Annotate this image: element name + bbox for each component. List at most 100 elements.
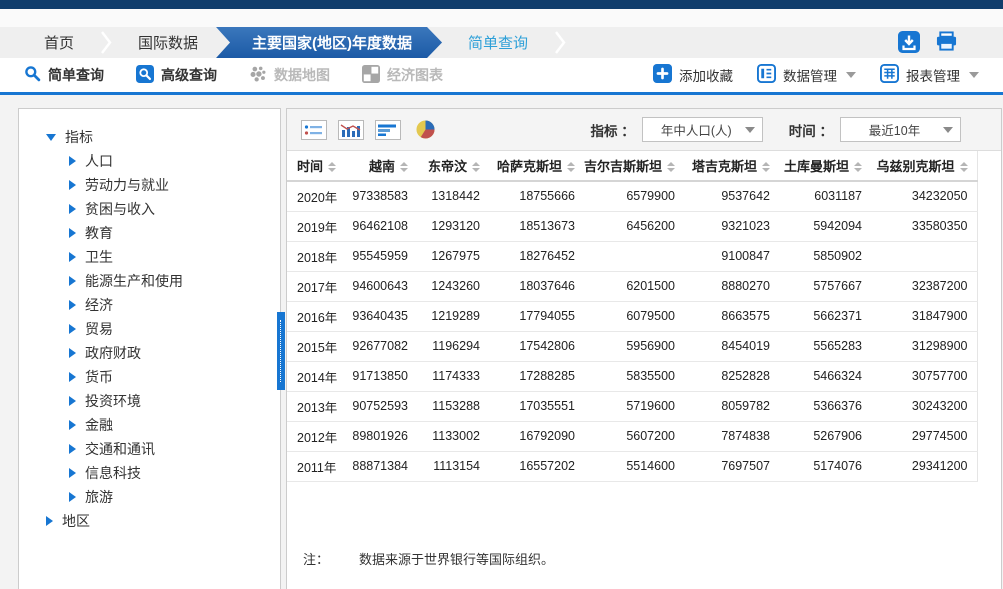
tree-item-15[interactable]: 旅游 (19, 485, 280, 509)
value-cell: 88871384 (349, 451, 417, 481)
value-cell: 6456200 (584, 211, 684, 241)
value-cell: 31298900 (871, 331, 977, 361)
pie-chart-view-icon[interactable] (412, 120, 438, 140)
bar-chart-view-icon[interactable] (375, 120, 401, 140)
source-note: 注：数据来源于世界银行等国际组织。 (303, 549, 554, 568)
value-cell: 8059782 (684, 391, 779, 421)
value-cell: 18755666 (489, 181, 584, 211)
tree-item-label: 贫困与收入 (85, 199, 155, 219)
tree-item-label: 旅游 (85, 487, 113, 507)
sort-icon[interactable] (667, 162, 675, 172)
sort-icon[interactable] (400, 162, 408, 172)
tree-item-label: 信息科技 (85, 463, 141, 483)
column-header-8[interactable]: 乌兹别克斯坦 (871, 151, 977, 181)
breadcrumb-separator-icon (100, 27, 112, 58)
panel-splitter-handle[interactable] (277, 312, 285, 390)
tree-item-2[interactable]: 劳动力与就业 (19, 173, 280, 197)
tree-item-3[interactable]: 贫困与收入 (19, 197, 280, 221)
indicator-select[interactable]: 年中人口(人) (642, 117, 763, 142)
column-chart-view-icon[interactable] (338, 120, 364, 140)
value-cell: 93640435 (349, 301, 417, 331)
time-select-value: 最近10年 (848, 120, 941, 139)
column-header-label: 塔吉克斯坦 (692, 159, 757, 174)
tree-root-regions[interactable]: 地区 (19, 509, 280, 533)
year-cell: 2018年 (287, 241, 349, 271)
column-header-5[interactable]: 吉尔吉斯斯坦 (584, 151, 684, 181)
table-view-icon[interactable] (301, 120, 327, 140)
tree-item-7[interactable]: 经济 (19, 293, 280, 317)
column-header-1[interactable]: 时间 (287, 151, 349, 181)
value-cell: 1174333 (417, 361, 489, 391)
column-header-2[interactable]: 越南 (349, 151, 417, 181)
window-top-bar (0, 0, 1003, 9)
value-cell: 17542806 (489, 331, 584, 361)
toolbar-item-add-favorite[interactable]: 添加收藏 (653, 64, 733, 86)
printer-icon[interactable] (935, 31, 958, 53)
note-label: 注： (303, 552, 329, 567)
tree-item-11[interactable]: 投资环境 (19, 389, 280, 413)
tree-item-8[interactable]: 贸易 (19, 317, 280, 341)
value-cell: 1267975 (417, 241, 489, 271)
value-cell: 9100847 (684, 241, 779, 271)
chevron-right-icon (69, 468, 76, 478)
tree-item-12[interactable]: 金融 (19, 413, 280, 437)
time-select[interactable]: 最近10年 (840, 117, 961, 142)
value-cell: 5565283 (779, 331, 871, 361)
value-cell (584, 241, 684, 271)
toolbar-item-data-map: 数据地图 (249, 65, 330, 86)
toolbar-right: 添加收藏 数据管理 报表管理 (629, 64, 979, 86)
tree-item-13[interactable]: 交通和通讯 (19, 437, 280, 461)
tree-item-14[interactable]: 信息科技 (19, 461, 280, 485)
column-header-4[interactable]: 哈萨克斯坦 (489, 151, 584, 181)
breadcrumb-tab-4[interactable]: 简单查询 (442, 27, 554, 58)
year-cell: 2017年 (287, 271, 349, 301)
value-cell: 94600643 (349, 271, 417, 301)
chevron-right-icon (69, 156, 76, 166)
breadcrumb-tab-1[interactable]: 首页 (18, 27, 100, 58)
tree-item-6[interactable]: 能源生产和使用 (19, 269, 280, 293)
chevron-down-icon (46, 134, 56, 141)
toolbar-item-search[interactable]: 简单查询 (24, 65, 104, 85)
toolbar-item-report-manage[interactable]: 报表管理 (880, 64, 979, 86)
sort-icon[interactable] (854, 162, 862, 172)
sort-icon[interactable] (960, 162, 968, 172)
tree-item-1[interactable]: 人口 (19, 149, 280, 173)
table-row: 2018年95545959126797518276452910084758509… (287, 241, 977, 271)
toolbar-item-adv-search[interactable]: 高级查询 (136, 65, 217, 86)
chevron-right-icon (69, 492, 76, 502)
toolbar-item-data-manage[interactable]: 数据管理 (757, 64, 856, 86)
column-header-3[interactable]: 东帝汶 (417, 151, 489, 181)
data-table: 时间越南东帝汶 哈萨克斯坦吉尔吉斯斯坦塔吉克斯坦 土库曼斯坦乌兹别克斯坦 2020年… (287, 151, 978, 482)
breadcrumb-tab-3[interactable]: 主要国家(地区)年度数据 (216, 27, 442, 58)
year-cell: 2019年 (287, 211, 349, 241)
sort-icon[interactable] (472, 162, 480, 172)
chevron-right-icon (69, 204, 76, 214)
value-cell: 1219289 (417, 301, 489, 331)
tree-item-4[interactable]: 教育 (19, 221, 280, 245)
value-cell: 1153288 (417, 391, 489, 421)
table-row: 2011年88871384111315416557202551460076975… (287, 451, 977, 481)
value-cell: 5514600 (584, 451, 684, 481)
tree-item-label: 卫生 (85, 247, 113, 267)
sort-icon[interactable] (328, 162, 336, 172)
column-header-6[interactable]: 塔吉克斯坦 (684, 151, 779, 181)
chevron-right-icon (69, 252, 76, 262)
sort-icon[interactable] (762, 162, 770, 172)
tree-root-indicators[interactable]: 指标 (19, 125, 280, 149)
table-body: 2020年97338583131844218755666657990095376… (287, 181, 977, 481)
sort-icon[interactable] (567, 162, 575, 172)
indicator-sidebar: 指标 人口劳动力与就业贫困与收入教育卫生能源生产和使用经济贸易政府财政货币投资环… (18, 108, 281, 589)
tree-item-label: 贸易 (85, 319, 113, 339)
column-header-label: 东帝汶 (428, 159, 467, 174)
tree-item-5[interactable]: 卫生 (19, 245, 280, 269)
column-header-7[interactable]: 土库曼斯坦 (779, 151, 871, 181)
tree-item-10[interactable]: 货币 (19, 365, 280, 389)
value-cell: 9537642 (684, 181, 779, 211)
table-row: 2017年94600643124326018037646620150088802… (287, 271, 977, 301)
breadcrumb-tab-2[interactable]: 国际数据 (112, 27, 224, 58)
value-cell: 6201500 (584, 271, 684, 301)
time-select-label: 时间 ： (789, 120, 833, 140)
value-cell: 9321023 (684, 211, 779, 241)
tree-item-9[interactable]: 政府财政 (19, 341, 280, 365)
download-icon[interactable] (898, 31, 920, 53)
